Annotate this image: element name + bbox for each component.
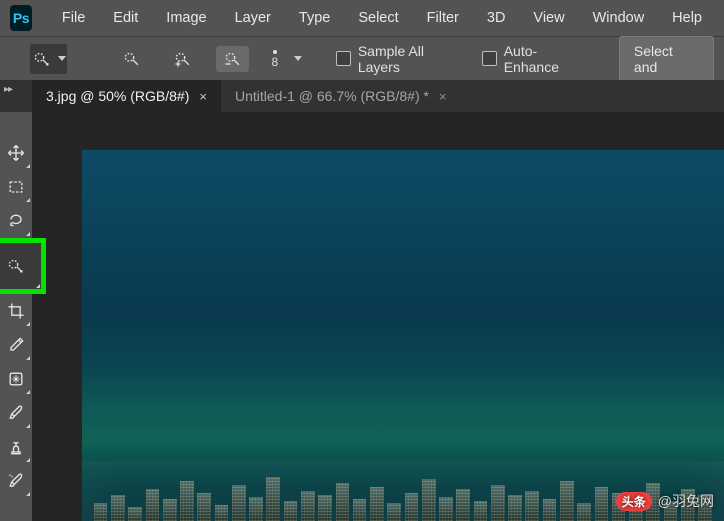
quick-selection-tool-icon	[6, 256, 26, 276]
quick-selection-icon	[32, 49, 52, 69]
canvas-area[interactable]	[32, 112, 724, 521]
quick-selection-plus-icon	[173, 49, 193, 69]
flyout-indicator-icon	[26, 458, 30, 462]
sample-all-layers-option[interactable]: Sample All Layers	[336, 43, 468, 75]
watermark: 头条 @羽兔网	[616, 491, 714, 511]
crop-tool-icon	[6, 301, 26, 321]
tool-preset-picker[interactable]	[30, 44, 67, 74]
brush-size-value: 8	[271, 56, 278, 68]
menu-select[interactable]: Select	[346, 6, 410, 30]
eyedropper-tool-icon	[6, 335, 26, 355]
watermark-handle: @羽兔网	[658, 491, 714, 511]
chevron-down-icon	[58, 56, 66, 61]
flyout-indicator-icon	[36, 284, 40, 288]
watermark-badge: 头条	[616, 492, 652, 511]
quick-selection-tool[interactable]	[0, 242, 42, 290]
move-tool[interactable]	[0, 136, 32, 170]
options-bar: 8 Sample All Layers Auto-Enhance Select …	[0, 36, 724, 80]
photoshop-window: Ps FileEditImageLayerTypeSelectFilter3DV…	[0, 0, 724, 521]
quick-selection-minus-icon	[223, 49, 243, 69]
menu-help[interactable]: Help	[660, 6, 714, 30]
document-tab[interactable]: 3.jpg @ 50% (RGB/8#) ×	[32, 80, 221, 112]
menu-image[interactable]: Image	[154, 6, 218, 30]
tab-label: 3.jpg @ 50% (RGB/8#)	[46, 88, 189, 104]
sample-all-layers-label: Sample All Layers	[358, 43, 468, 75]
brush-tool[interactable]	[0, 396, 32, 430]
tab-label: Untitled-1 @ 66.7% (RGB/8#) *	[235, 88, 429, 104]
rectangular-marquee-tool[interactable]	[0, 170, 32, 204]
auto-enhance-option[interactable]: Auto-Enhance	[482, 43, 591, 75]
rectangular-marquee-tool-icon	[6, 177, 26, 197]
healing-brush-tool[interactable]	[0, 362, 32, 396]
brush-size-picker[interactable]: 8	[271, 50, 278, 68]
new-selection-button[interactable]	[113, 44, 150, 74]
flyout-indicator-icon	[26, 424, 30, 428]
eyedropper-tool[interactable]	[0, 328, 32, 362]
lasso-tool[interactable]	[0, 204, 32, 238]
chevron-down-icon[interactable]	[294, 56, 302, 61]
clone-stamp-tool[interactable]	[0, 430, 32, 464]
menu-file[interactable]: File	[50, 6, 97, 30]
subtract-from-selection-button[interactable]	[216, 46, 250, 72]
select-and-mask-button[interactable]: Select and	[619, 36, 714, 82]
flyout-indicator-icon	[26, 232, 30, 236]
quick-selection-add-icon	[122, 49, 142, 69]
work-area	[0, 112, 724, 521]
document-tab[interactable]: Untitled-1 @ 66.7% (RGB/8#) * ×	[221, 80, 461, 112]
move-tool-icon	[6, 143, 26, 163]
lasso-tool-icon	[6, 211, 26, 231]
document-canvas[interactable]	[82, 150, 724, 521]
history-brush-tool-icon	[6, 471, 26, 491]
menu-filter[interactable]: Filter	[415, 6, 471, 30]
brush-tool-icon	[6, 403, 26, 423]
flyout-indicator-icon	[26, 492, 30, 496]
document-tab-bar: 3.jpg @ 50% (RGB/8#)×Untitled-1 @ 66.7% …	[0, 80, 724, 112]
add-to-selection-button[interactable]	[164, 44, 201, 74]
clone-stamp-tool-icon	[6, 437, 26, 457]
close-icon[interactable]: ×	[439, 89, 447, 104]
menu-layer[interactable]: Layer	[223, 6, 283, 30]
history-brush-tool[interactable]	[0, 464, 32, 498]
flyout-indicator-icon	[26, 164, 30, 168]
menu-type[interactable]: Type	[287, 6, 342, 30]
healing-brush-tool-icon	[6, 369, 26, 389]
flyout-indicator-icon	[26, 198, 30, 202]
expand-panels-toggle[interactable]: ▸▸	[4, 84, 12, 95]
checkbox-icon	[336, 51, 351, 66]
auto-enhance-label: Auto-Enhance	[504, 43, 591, 75]
menu-edit[interactable]: Edit	[101, 6, 150, 30]
menu-3d[interactable]: 3D	[475, 6, 518, 30]
tools-panel	[0, 112, 32, 521]
menu-bar: Ps FileEditImageLayerTypeSelectFilter3DV…	[0, 0, 724, 36]
checkbox-icon	[482, 51, 497, 66]
close-icon[interactable]: ×	[199, 89, 207, 104]
brush-preview-dot	[273, 50, 277, 54]
menu-window[interactable]: Window	[581, 6, 657, 30]
flyout-indicator-icon	[26, 322, 30, 326]
app-logo: Ps	[10, 5, 32, 31]
crop-tool[interactable]	[0, 294, 32, 328]
menu-view[interactable]: View	[521, 6, 576, 30]
flyout-indicator-icon	[26, 390, 30, 394]
flyout-indicator-icon	[26, 356, 30, 360]
